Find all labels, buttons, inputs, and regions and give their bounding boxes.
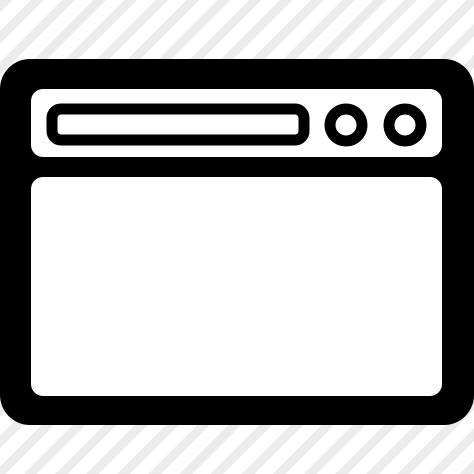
content-area [31, 177, 442, 396]
window-button-icon [383, 103, 427, 147]
window-button-icon [324, 103, 368, 147]
icon-canvas [0, 0, 474, 474]
address-bar-icon [46, 103, 310, 146]
browser-window-icon [0, 0, 474, 474]
